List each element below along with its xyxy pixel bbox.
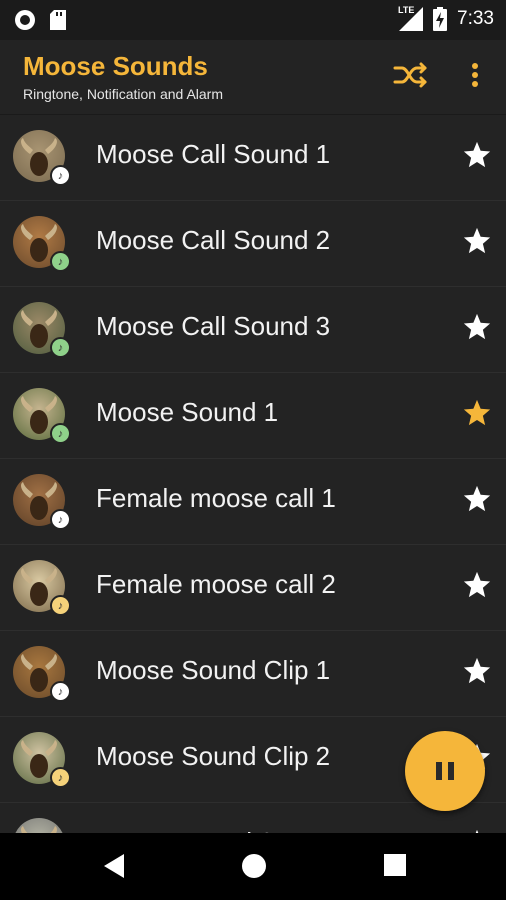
sound-row[interactable]: ♪ Female moose call 2 xyxy=(0,545,506,631)
favorite-star-icon[interactable] xyxy=(462,484,492,514)
app-bar: Moose Sounds Ringtone, Notification and … xyxy=(0,40,506,115)
sound-row[interactable]: ♪ Moose Sound 1 xyxy=(0,373,506,459)
sound-title: Female moose call 2 xyxy=(96,569,336,599)
sound-list: ♪ Moose Call Sound 1 ♪ Moose Call Sound … xyxy=(0,115,506,833)
favorite-star-icon[interactable] xyxy=(462,656,492,686)
app-title: Moose Sounds xyxy=(23,51,208,81)
sound-title: Moose Sound Clip 2 xyxy=(96,741,331,771)
back-icon[interactable] xyxy=(102,853,126,879)
nav-bar xyxy=(0,833,506,900)
sound-title: Moose Call Sound 2 xyxy=(96,225,331,255)
more-vert-icon[interactable] xyxy=(466,60,484,90)
favorite-star-icon[interactable] xyxy=(462,226,492,256)
lte-signal-icon: LTE xyxy=(397,5,424,31)
pause-button[interactable] xyxy=(405,731,485,811)
sd-card-icon xyxy=(50,10,66,30)
sound-title: Moose Sound 1 xyxy=(96,397,279,427)
network-label: LTE xyxy=(397,5,416,15)
sound-row[interactable]: ♪ Moose Call Sound 3 xyxy=(0,287,506,373)
recents-icon[interactable] xyxy=(383,853,407,877)
music-note-badge-icon: ♪ xyxy=(50,337,71,358)
music-note-badge-icon: ♪ xyxy=(50,423,71,444)
shuffle-icon[interactable] xyxy=(393,60,429,90)
music-note-badge-icon: ♪ xyxy=(50,595,71,616)
music-note-badge-icon: ♪ xyxy=(50,767,71,788)
music-note-badge-icon: ♪ xyxy=(50,681,71,702)
favorite-star-icon[interactable] xyxy=(462,570,492,600)
sound-row[interactable]: ♪ Moose Call Sound 1 xyxy=(0,115,506,201)
sound-row[interactable]: ♪ Moose Sound Clip 1 xyxy=(0,631,506,717)
sound-title: Female moose call 1 xyxy=(96,483,336,513)
pause-icon xyxy=(436,762,454,780)
favorite-star-icon[interactable] xyxy=(462,398,492,428)
moose-image xyxy=(21,826,57,833)
favorite-star-icon[interactable] xyxy=(462,312,492,342)
clock: 7:33 xyxy=(457,8,494,29)
status-bar: LTE 7:33 xyxy=(0,0,506,40)
record-icon xyxy=(15,10,35,30)
music-note-badge-icon: ♪ xyxy=(50,165,71,186)
sound-title: Moose Call Sound 1 xyxy=(96,139,331,169)
sound-row[interactable]: ♪ Moose Call Sound 2 xyxy=(0,201,506,287)
sound-title: Moose Call Sound 3 xyxy=(96,311,331,341)
favorite-star-icon[interactable] xyxy=(462,140,492,170)
moose-avatar xyxy=(13,818,65,833)
music-note-badge-icon: ♪ xyxy=(50,509,71,530)
sound-title: Moose Sound Clip 1 xyxy=(96,655,331,685)
sound-row[interactable]: ♪ Female moose call 1 xyxy=(0,459,506,545)
battery-charging-icon xyxy=(433,7,448,31)
music-note-badge-icon: ♪ xyxy=(50,251,71,272)
home-icon[interactable] xyxy=(241,853,267,879)
app-subtitle: Ringtone, Notification and Alarm xyxy=(23,86,223,102)
